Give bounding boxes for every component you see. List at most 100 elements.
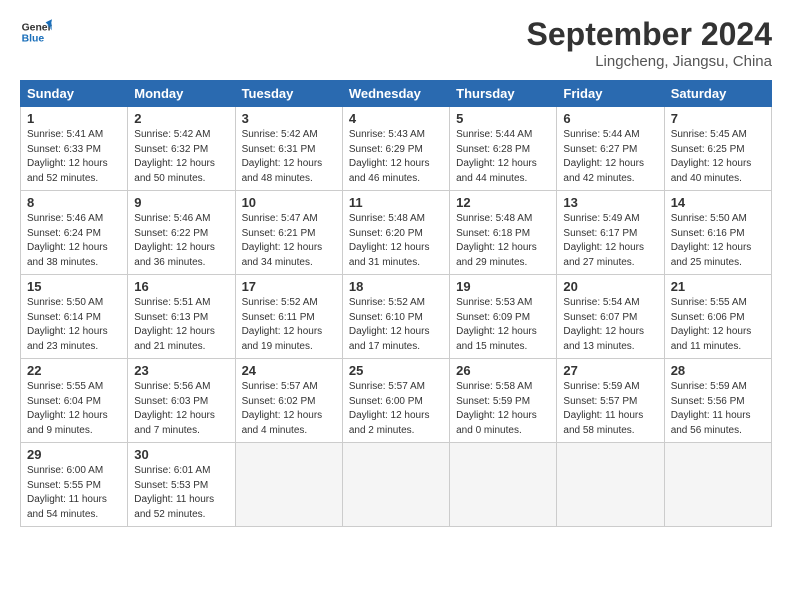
day-number: 25 bbox=[349, 363, 443, 378]
table-row: 2Sunrise: 5:42 AM Sunset: 6:32 PM Daylig… bbox=[128, 107, 235, 191]
day-number: 4 bbox=[349, 111, 443, 126]
day-info: Sunrise: 6:00 AM Sunset: 5:55 PM Dayligh… bbox=[27, 464, 121, 522]
day-info: Sunrise: 5:59 AM Sunset: 5:56 PM Dayligh… bbox=[671, 380, 765, 438]
table-row: 22Sunrise: 5:55 AM Sunset: 6:04 PM Dayli… bbox=[21, 359, 128, 443]
table-row: 27Sunrise: 5:59 AM Sunset: 5:57 PM Dayli… bbox=[557, 359, 664, 443]
day-info: Sunrise: 5:46 AM Sunset: 6:24 PM Dayligh… bbox=[27, 212, 121, 270]
calendar-table: Sunday Monday Tuesday Wednesday Thursday… bbox=[20, 80, 772, 527]
day-number: 19 bbox=[456, 279, 550, 294]
table-row bbox=[450, 443, 557, 527]
day-number: 12 bbox=[456, 195, 550, 210]
day-number: 14 bbox=[671, 195, 765, 210]
table-row: 3 Sunrise: 5:42 AM Sunset: 6:31 PM Daylig… bbox=[235, 107, 342, 191]
day-number: 7 bbox=[671, 111, 765, 126]
table-row: 7 Sunrise: 5:45 AM Sunset: 6:25 PM Daylig… bbox=[664, 107, 771, 191]
day-number: 20 bbox=[563, 279, 657, 294]
table-row: 24 Sunrise: 5:57 AM Sunset: 6:02 PM Dayli… bbox=[235, 359, 342, 443]
day-info: Sunrise: 5:47 AM Sunset: 6:21 PM Dayligh… bbox=[242, 212, 336, 270]
day-number: 13 bbox=[563, 195, 657, 210]
day-number: 9 bbox=[134, 195, 228, 210]
table-row bbox=[557, 443, 664, 527]
table-row: 5Sunrise: 5:44 AM Sunset: 6:28 PM Daylig… bbox=[450, 107, 557, 191]
title-block: September 2024 Lingcheng, Jiangsu, China bbox=[527, 16, 772, 70]
day-info: Sunrise: 5:50 AM Sunset: 6:16 PM Dayligh… bbox=[671, 212, 765, 270]
th-saturday: Saturday bbox=[664, 81, 771, 107]
table-row: 16 Sunrise: 5:51 AM Sunset: 6:13 PM Dayli… bbox=[128, 275, 235, 359]
day-info: Sunrise: 5:57 AM Sunset: 6:00 PM Dayligh… bbox=[349, 380, 443, 438]
day-info: Sunrise: 5:53 AM Sunset: 6:09 PM Dayligh… bbox=[456, 296, 550, 354]
day-number: 8 bbox=[27, 195, 121, 210]
th-friday: Friday bbox=[557, 81, 664, 107]
table-row: 9 Sunrise: 5:46 AM Sunset: 6:22 PM Daylig… bbox=[128, 191, 235, 275]
day-number: 28 bbox=[671, 363, 765, 378]
month-title: September 2024 bbox=[527, 16, 772, 53]
calendar-row-1: 8 Sunrise: 5:46 AM Sunset: 6:24 PM Daylig… bbox=[21, 191, 772, 275]
table-row: 10 Sunrise: 5:47 AM Sunset: 6:21 PM Dayli… bbox=[235, 191, 342, 275]
table-row: 26 Sunrise: 5:58 AM Sunset: 5:59 PM Dayli… bbox=[450, 359, 557, 443]
day-info: Sunrise: 5:51 AM Sunset: 6:13 PM Dayligh… bbox=[134, 296, 228, 354]
day-number: 16 bbox=[134, 279, 228, 294]
header-row: General Blue September 2024 Lingcheng, J… bbox=[20, 16, 772, 70]
calendar-row-3: 22Sunrise: 5:55 AM Sunset: 6:04 PM Dayli… bbox=[21, 359, 772, 443]
day-number: 3 bbox=[242, 111, 336, 126]
day-info: Sunrise: 5:57 AM Sunset: 6:02 PM Dayligh… bbox=[242, 380, 336, 438]
day-number: 17 bbox=[242, 279, 336, 294]
table-row: 29Sunrise: 6:00 AM Sunset: 5:55 PM Dayli… bbox=[21, 443, 128, 527]
table-row bbox=[342, 443, 449, 527]
day-info: Sunrise: 5:48 AM Sunset: 6:20 PM Dayligh… bbox=[349, 212, 443, 270]
day-info: Sunrise: 5:58 AM Sunset: 5:59 PM Dayligh… bbox=[456, 380, 550, 438]
day-number: 10 bbox=[242, 195, 336, 210]
table-row: 25 Sunrise: 5:57 AM Sunset: 6:00 PM Dayli… bbox=[342, 359, 449, 443]
day-info: Sunrise: 5:49 AM Sunset: 6:17 PM Dayligh… bbox=[563, 212, 657, 270]
table-row: 8 Sunrise: 5:46 AM Sunset: 6:24 PM Daylig… bbox=[21, 191, 128, 275]
day-info: Sunrise: 5:41 AM Sunset: 6:33 PM Dayligh… bbox=[27, 128, 121, 186]
day-info: Sunrise: 5:54 AM Sunset: 6:07 PM Dayligh… bbox=[563, 296, 657, 354]
day-number: 2 bbox=[134, 111, 228, 126]
table-row: 19 Sunrise: 5:53 AM Sunset: 6:09 PM Dayli… bbox=[450, 275, 557, 359]
th-wednesday: Wednesday bbox=[342, 81, 449, 107]
svg-text:Blue: Blue bbox=[22, 34, 45, 45]
th-monday: Monday bbox=[128, 81, 235, 107]
day-number: 1 bbox=[27, 111, 121, 126]
calendar-row-4: 29Sunrise: 6:00 AM Sunset: 5:55 PM Dayli… bbox=[21, 443, 772, 527]
calendar-row-0: 1 Sunrise: 5:41 AM Sunset: 6:33 PM Daylig… bbox=[21, 107, 772, 191]
table-row: 18Sunrise: 5:52 AM Sunset: 6:10 PM Dayli… bbox=[342, 275, 449, 359]
day-info: Sunrise: 5:42 AM Sunset: 6:31 PM Dayligh… bbox=[242, 128, 336, 186]
logo: General Blue bbox=[20, 16, 52, 48]
table-row: 20 Sunrise: 5:54 AM Sunset: 6:07 PM Dayli… bbox=[557, 275, 664, 359]
th-sunday: Sunday bbox=[21, 81, 128, 107]
day-number: 5 bbox=[456, 111, 550, 126]
day-number: 26 bbox=[456, 363, 550, 378]
table-row: 14 Sunrise: 5:50 AM Sunset: 6:16 PM Dayli… bbox=[664, 191, 771, 275]
location: Lingcheng, Jiangsu, China bbox=[527, 53, 772, 70]
day-info: Sunrise: 5:46 AM Sunset: 6:22 PM Dayligh… bbox=[134, 212, 228, 270]
th-thursday: Thursday bbox=[450, 81, 557, 107]
day-info: Sunrise: 6:01 AM Sunset: 5:53 PM Dayligh… bbox=[134, 464, 228, 522]
day-info: Sunrise: 5:48 AM Sunset: 6:18 PM Dayligh… bbox=[456, 212, 550, 270]
table-row: 30Sunrise: 6:01 AM Sunset: 5:53 PM Dayli… bbox=[128, 443, 235, 527]
table-row bbox=[664, 443, 771, 527]
th-tuesday: Tuesday bbox=[235, 81, 342, 107]
day-number: 24 bbox=[242, 363, 336, 378]
day-number: 15 bbox=[27, 279, 121, 294]
header-row-days: Sunday Monday Tuesday Wednesday Thursday… bbox=[21, 81, 772, 107]
day-info: Sunrise: 5:45 AM Sunset: 6:25 PM Dayligh… bbox=[671, 128, 765, 186]
table-row: 23Sunrise: 5:56 AM Sunset: 6:03 PM Dayli… bbox=[128, 359, 235, 443]
table-row: 21Sunrise: 5:55 AM Sunset: 6:06 PM Dayli… bbox=[664, 275, 771, 359]
day-number: 6 bbox=[563, 111, 657, 126]
table-row: 1 Sunrise: 5:41 AM Sunset: 6:33 PM Daylig… bbox=[21, 107, 128, 191]
day-info: Sunrise: 5:44 AM Sunset: 6:27 PM Dayligh… bbox=[563, 128, 657, 186]
day-info: Sunrise: 5:43 AM Sunset: 6:29 PM Dayligh… bbox=[349, 128, 443, 186]
day-info: Sunrise: 5:50 AM Sunset: 6:14 PM Dayligh… bbox=[27, 296, 121, 354]
logo-icon: General Blue bbox=[20, 16, 52, 48]
table-row: 17 Sunrise: 5:52 AM Sunset: 6:11 PM Dayli… bbox=[235, 275, 342, 359]
day-info: Sunrise: 5:55 AM Sunset: 6:04 PM Dayligh… bbox=[27, 380, 121, 438]
day-number: 23 bbox=[134, 363, 228, 378]
day-info: Sunrise: 5:52 AM Sunset: 6:11 PM Dayligh… bbox=[242, 296, 336, 354]
day-info: Sunrise: 5:52 AM Sunset: 6:10 PM Dayligh… bbox=[349, 296, 443, 354]
table-row: 28 Sunrise: 5:59 AM Sunset: 5:56 PM Dayli… bbox=[664, 359, 771, 443]
calendar-row-2: 15 Sunrise: 5:50 AM Sunset: 6:14 PM Dayli… bbox=[21, 275, 772, 359]
day-info: Sunrise: 5:55 AM Sunset: 6:06 PM Dayligh… bbox=[671, 296, 765, 354]
table-row: 12 Sunrise: 5:48 AM Sunset: 6:18 PM Dayli… bbox=[450, 191, 557, 275]
page-container: General Blue September 2024 Lingcheng, J… bbox=[0, 0, 792, 537]
